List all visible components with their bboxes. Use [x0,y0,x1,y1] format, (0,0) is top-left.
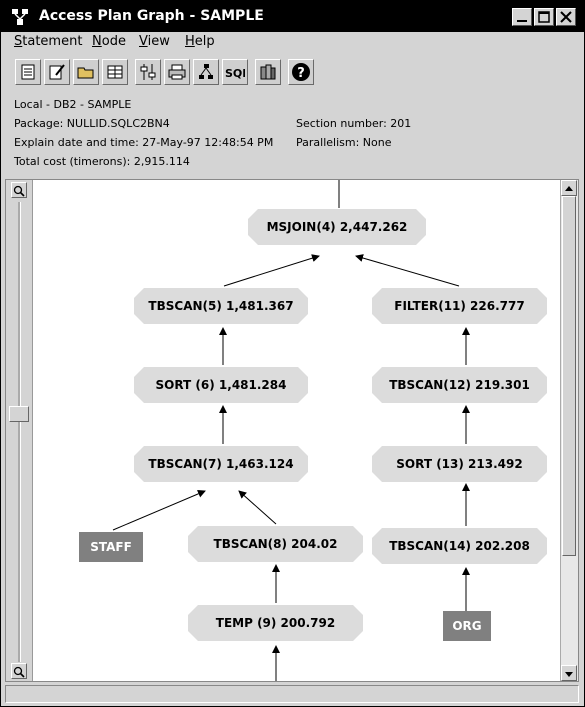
node-tbscan-12[interactable]: TBSCAN(12) 219.301 [372,367,547,403]
table-grid-icon [107,65,123,79]
menu-help[interactable]: Help [185,34,215,49]
books-icon [260,64,276,80]
help-icon: ? [292,63,310,81]
menu-view-mnemonic: V [139,34,148,49]
close-icon [560,11,572,23]
node-temp-9-label: TEMP (9) 200.792 [215,616,336,630]
edge-filter11-to-msjoin [355,254,460,287]
help-icon-text: ? [297,66,305,81]
table-staff-label: STAFF [90,540,132,554]
menu-bar: Statement Node View Help [1,32,584,53]
zoom-in-icon [13,185,25,197]
tb-print-button[interactable] [164,59,190,85]
menu-statement[interactable]: Statement [14,34,82,49]
tb-help-button[interactable]: ? [288,59,314,85]
graph-canvas-frame: MSJOIN(4) 2,447.262 TBSCAN(5) 1,481.367 … [5,179,579,682]
info-explain-datetime: Explain date and time: 27-May-97 12:48:5… [14,136,274,149]
edit-document-icon [49,64,65,80]
minimize-icon [517,20,527,22]
info-parallelism: Parallelism: None [296,136,392,149]
app-icon[interactable] [10,7,30,27]
sql-icon: SQL [225,67,245,80]
close-button[interactable] [556,8,576,26]
edge-staff-to-tbscan7 [112,490,206,531]
node-filter-11[interactable]: FILTER(11) 226.777 [372,288,547,324]
tb-details-button[interactable] [15,59,41,85]
folder-icon [77,67,94,79]
menu-help-label: elp [194,34,215,49]
tb-settings-button[interactable] [135,59,161,85]
minimize-button[interactable] [512,8,532,26]
printer-icon [168,64,186,80]
edge-tbscan5-to-msjoin [223,254,320,287]
table-org[interactable]: ORG [443,611,491,641]
node-tbscan-14-label: TBSCAN(14) 202.208 [389,539,530,553]
zoom-out-button[interactable] [11,663,27,679]
scroll-thumb[interactable] [562,196,576,556]
menu-node[interactable]: Node [92,34,126,49]
node-tbscan-12-label: TBSCAN(12) 219.301 [389,378,530,392]
table-org-label: ORG [452,619,482,633]
node-tbscan-8[interactable]: TBSCAN(8) 204.02 [188,526,363,562]
node-temp-9[interactable]: TEMP (9) 200.792 [188,605,363,641]
sql-icon-text: SQL [225,67,245,80]
node-tbscan-7-label: TBSCAN(7) 1,463.124 [148,457,294,471]
zoom-thumb[interactable] [9,406,29,422]
node-tbscan-8-label: TBSCAN(8) 204.02 [213,537,338,551]
tree-graph-icon [199,64,213,79]
node-tbscan-5-label: TBSCAN(5) 1,481.367 [148,299,294,313]
node-sort-6-label: SORT (6) 1,481.284 [155,378,287,392]
info-total-cost: Total cost (timerons): 2,915.114 [14,155,190,168]
edge-tbscan8-to-tbscan7 [238,490,277,525]
info-section-number: Section number: 201 [296,117,412,130]
node-filter-11-label: FILTER(11) 226.777 [394,299,525,313]
node-msjoin-4-label: MSJOIN(4) 2,447.262 [266,220,408,234]
node-tbscan-14[interactable]: TBSCAN(14) 202.208 [372,528,547,564]
menu-help-mnemonic: H [185,34,195,49]
zoom-slider[interactable] [6,180,33,681]
tb-statistics-button[interactable] [44,59,70,85]
scroll-down-button[interactable] [561,665,577,681]
info-location: Local - DB2 - SAMPLE [14,98,132,111]
scroll-up-button[interactable] [561,180,577,196]
info-package: Package: NULLID.SQLC2BN4 [14,117,170,130]
slider-settings-icon [140,64,156,80]
title-bar[interactable]: Access Plan Graph - SAMPLE [1,1,584,32]
tb-table-button[interactable] [102,59,128,85]
tb-sql-button[interactable]: SQL [222,59,248,85]
window-title: Access Plan Graph - SAMPLE [39,8,264,24]
menu-statement-label: tatement [22,34,83,49]
maximize-button[interactable] [534,8,554,26]
tb-open-button[interactable] [73,59,99,85]
menu-view-label: iew [147,34,170,49]
arrow-down-icon [565,672,573,677]
zoom-in-button[interactable] [11,182,27,198]
status-bar [5,685,579,703]
tb-tree-button[interactable] [193,59,219,85]
vertical-scrollbar[interactable] [560,180,578,681]
zoom-track-line [18,202,21,662]
access-plan-graph[interactable]: MSJOIN(4) 2,447.262 TBSCAN(5) 1,481.367 … [33,180,561,681]
node-sort-6[interactable]: SORT (6) 1,481.284 [134,367,308,403]
arrow-up-icon [565,186,573,191]
menu-node-mnemonic: N [92,34,102,49]
node-tbscan-5[interactable]: TBSCAN(5) 1,481.367 [134,288,308,324]
table-staff[interactable]: STAFF [79,532,143,562]
menu-node-label: ode [101,34,126,49]
node-tbscan-7[interactable]: TBSCAN(7) 1,463.124 [134,446,308,482]
node-msjoin-4[interactable]: MSJOIN(4) 2,447.262 [248,209,426,245]
node-sort-13[interactable]: SORT (13) 213.492 [372,446,547,482]
toolbar: SQL ? [1,55,584,91]
maximize-icon [538,11,550,23]
tb-books-button[interactable] [255,59,281,85]
access-plan-graph-window: Access Plan Graph - SAMPLE Statement Nod… [0,0,585,707]
document-list-icon [21,64,35,80]
node-sort-13-label: SORT (13) 213.492 [396,457,523,471]
zoom-out-icon [13,666,25,678]
menu-view[interactable]: View [139,34,170,49]
